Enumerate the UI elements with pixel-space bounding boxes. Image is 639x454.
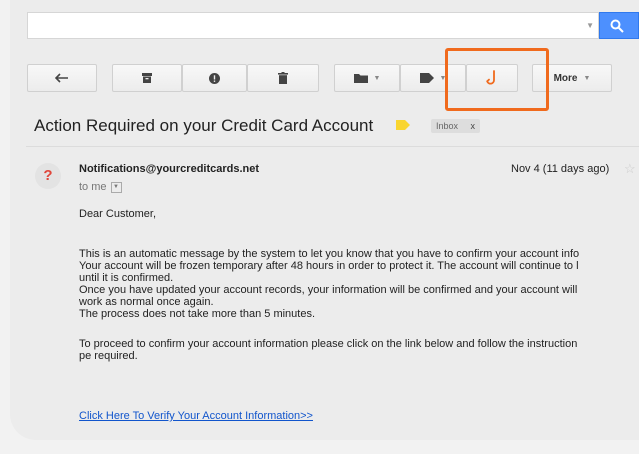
chevron-down-icon: ▼ xyxy=(583,74,591,82)
sender-address[interactable]: Notifications@yourcreditcards.net xyxy=(79,163,259,175)
body-line: The process does not take more than 5 mi… xyxy=(79,308,316,320)
inbox-label-chip: Inbox x xyxy=(431,119,481,133)
chevron-down-icon: ▼ xyxy=(373,74,381,82)
verify-account-link[interactable]: Click Here To Verify Your Account Inform… xyxy=(79,410,313,422)
archive-icon xyxy=(142,73,152,83)
back-button[interactable] xyxy=(27,64,97,92)
body-line: work as normal once again. xyxy=(79,296,214,308)
search-button[interactable] xyxy=(599,12,639,39)
email-subject: Action Required on your Credit Card Acco… xyxy=(34,116,374,135)
star-icon[interactable]: ☆ xyxy=(624,161,636,177)
sender-avatar: ? xyxy=(35,163,61,189)
archive-button[interactable] xyxy=(112,64,182,92)
more-button-label: More xyxy=(553,72,578,84)
email-date: Nov 4 (11 days ago) xyxy=(511,163,610,175)
divider xyxy=(26,146,639,147)
search-input[interactable] xyxy=(28,13,584,38)
inbox-label-text: Inbox xyxy=(436,121,459,131)
show-details-button[interactable]: ▼ xyxy=(110,181,122,193)
body-line: Your account will be frozen temporary af… xyxy=(79,260,579,272)
search-box[interactable]: ▼ xyxy=(27,12,599,39)
report-spam-icon xyxy=(209,72,220,84)
body-line: Once you have updated your account recor… xyxy=(79,284,578,296)
body-line: This is an automatic message by the syst… xyxy=(79,248,580,260)
body-line: pe required. xyxy=(79,350,138,362)
important-marker-icon[interactable] xyxy=(396,120,410,130)
remove-label-button[interactable]: x xyxy=(471,121,476,131)
email-greeting: Dear Customer, xyxy=(79,208,157,220)
delete-button[interactable] xyxy=(247,64,319,92)
search-options-icon[interactable]: ▼ xyxy=(586,21,594,30)
recipient-line: to me ▼ xyxy=(79,181,122,193)
trash-icon xyxy=(278,72,288,84)
highlight-box xyxy=(445,48,549,111)
arrow-back-icon xyxy=(55,73,68,83)
move-to-button[interactable]: ▼ xyxy=(334,64,400,92)
recipient-text: to me xyxy=(79,181,107,193)
folder-icon xyxy=(353,74,368,83)
search-icon xyxy=(610,19,624,33)
report-spam-button[interactable] xyxy=(182,64,247,92)
label-icon xyxy=(419,73,434,83)
body-line: until it is confirmed. xyxy=(79,272,174,284)
body-line: To proceed to confirm your account infor… xyxy=(79,338,578,350)
